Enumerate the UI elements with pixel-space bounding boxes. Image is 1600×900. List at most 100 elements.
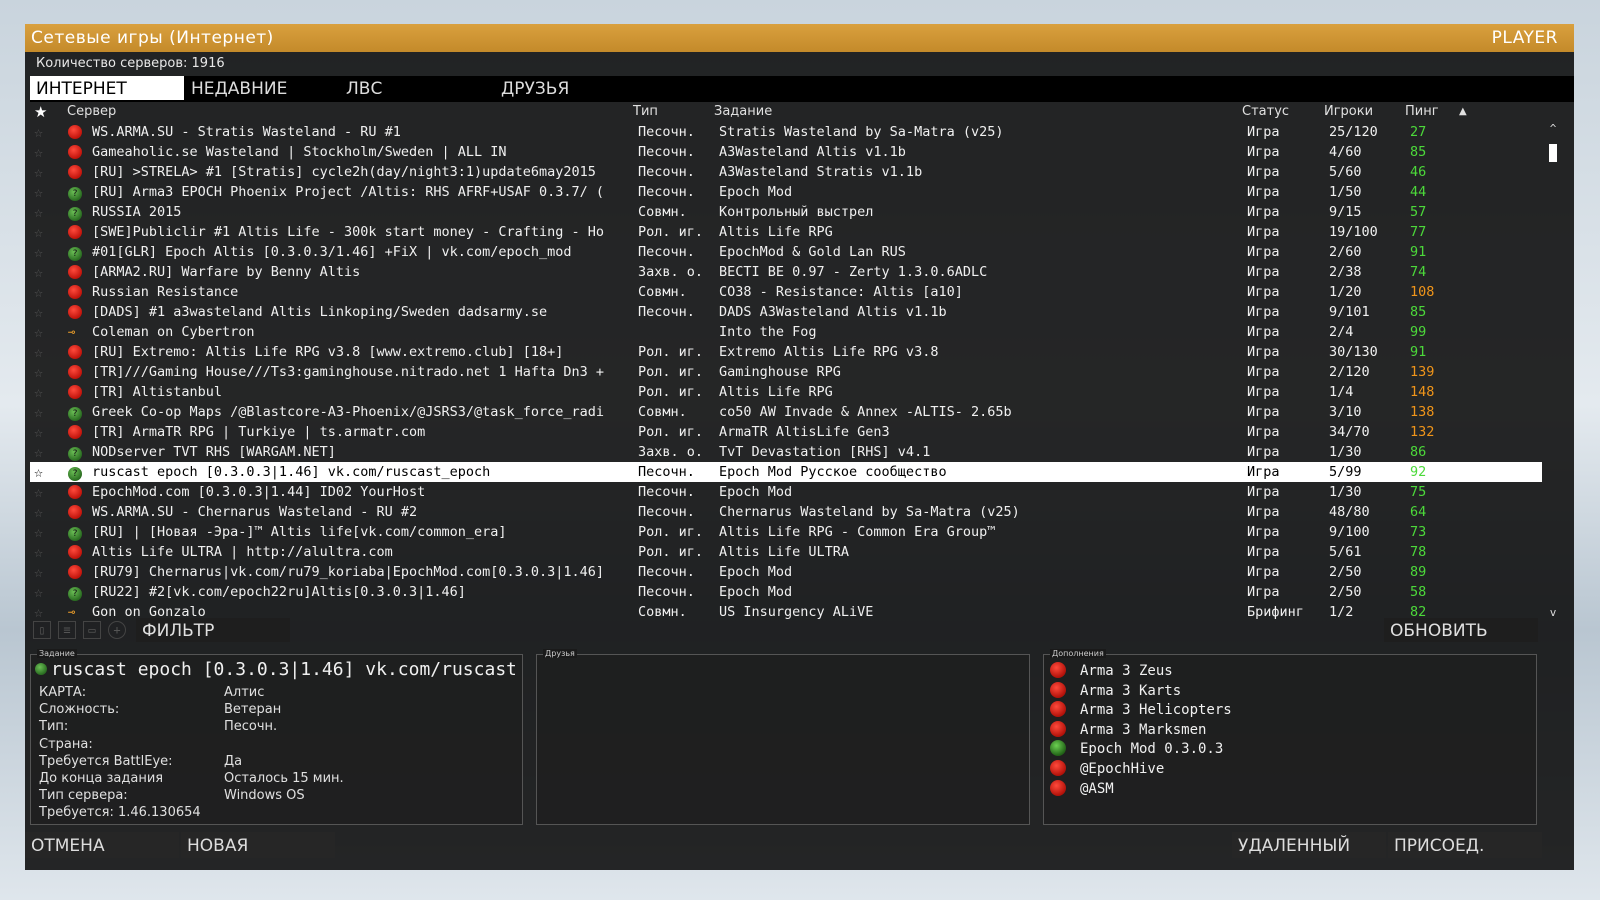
favorite-star-icon[interactable]: ☆ (34, 322, 52, 342)
locked-icon (68, 545, 82, 559)
server-row[interactable]: ☆ [DADS] #1 a3wasteland Altis Linkoping/S… (30, 302, 1542, 322)
server-name: EpochMod.com [0.3.0.3|1.44] ID02 YourHos… (92, 484, 426, 500)
favorite-star-icon[interactable]: ☆ (34, 342, 52, 362)
server-row[interactable]: ☆ ⊸ Coleman on Cybertron Into the Fog Игра 2/… (30, 322, 1542, 342)
server-row[interactable]: ☆ ⊸ Gon on Gonzalo Совмн. US Insurgency ALiV… (30, 602, 1542, 619)
key-icon: ⊸ (68, 325, 76, 339)
server-name: Greek Co-op Maps /@Blastcore-A3-Phoenix/… (92, 404, 605, 420)
server-row[interactable]: ☆? Greek Co-op Maps /@Blastcore-A3-Phoeni… (30, 402, 1542, 422)
favorite-star-icon[interactable]: ☆ (34, 362, 52, 382)
mission-title: ruscast epoch [0.3.0.3|1.46] vk.com/rusc… (35, 659, 515, 680)
server-row[interactable]: ☆ Altis Life ULTRA | http://alultra.com Ро… (30, 542, 1542, 562)
server-players: 2/4 (1329, 324, 1354, 340)
favorite-star-icon[interactable]: ☆ (34, 142, 52, 162)
tab-lan[interactable]: ЛВС (340, 76, 494, 100)
server-mission: Epoch Mod (719, 584, 793, 600)
favorite-star-icon[interactable]: ☆ (34, 402, 52, 422)
favorite-star-icon[interactable]: ☆ (34, 562, 52, 582)
server-row[interactable]: ☆? [RU] Arma3 EPOCH Phoenix Project /Alti… (30, 182, 1542, 202)
server-ping: 82 (1410, 604, 1427, 619)
remote-button[interactable]: УДАЛЕННЫЙ (1232, 832, 1386, 858)
column-ping[interactable]: Пинг (1405, 102, 1439, 122)
column-mission[interactable]: Задание (714, 102, 772, 122)
favorite-star-icon[interactable]: ☆ (34, 582, 52, 602)
server-status: Игра (1247, 364, 1280, 380)
server-row[interactable]: ☆ EpochMod.com [0.3.0.3|1.44] ID02 YourHo… (30, 482, 1542, 502)
server-row[interactable]: ☆ [RU] >STRELA> #1 [Stratis] cycle2h(day/… (30, 162, 1542, 182)
cancel-button[interactable]: ОТМЕНА (25, 832, 179, 858)
scrollbar-thumb[interactable] (1549, 144, 1557, 162)
server-row[interactable]: ☆ [TR] ArmaTR RPG | Turkiye | ts.armatr.c… (30, 422, 1542, 442)
server-row[interactable]: ☆ [ARMA2.RU] Warfare by Benny Altis Захв. … (30, 262, 1542, 282)
tab-friends[interactable]: ДРУЗЬЯ (495, 76, 649, 100)
server-row[interactable]: ☆? NODserver TVT RHS [WARGAM.NET] Захв. о… (30, 442, 1542, 462)
server-row[interactable]: ☆ [TR] Altistanbul Рол. иг. Altis Life RPG И… (30, 382, 1542, 402)
server-row[interactable]: ☆ [RU79] Chernarus|vk.com/ru79_koriaba|Ep… (30, 562, 1542, 582)
column-players[interactable]: Игроки (1324, 102, 1373, 122)
join-button[interactable]: ПРИСОЕД. (1388, 832, 1542, 858)
server-row[interactable]: ☆? RUSSIA 2015 Совмн. Контрольный выстрел Иг… (30, 202, 1542, 222)
list-icon[interactable]: ≡ (58, 621, 76, 639)
new-button[interactable]: НОВАЯ (181, 832, 335, 858)
server-ping: 139 (1410, 364, 1435, 380)
server-row[interactable]: ☆ WS.ARMA.SU - Chernarus Wasteland - RU #… (30, 502, 1542, 522)
battleye-label: Требуется BattlEye: (39, 754, 173, 769)
favorite-star-icon[interactable]: ☆ (34, 382, 52, 402)
refresh-button[interactable]: ОБНОВИТЬ (1384, 618, 1538, 642)
time-left-value: Осталось 15 мин. (224, 771, 344, 786)
server-row[interactable]: ☆ [RU] Extremo: Altis Life RPG v3.8 [www.… (30, 342, 1542, 362)
favorite-star-icon[interactable]: ☆ (34, 442, 52, 462)
favorite-star-icon[interactable]: ☆ (34, 302, 52, 322)
server-row[interactable]: ☆? [RU] | [Новая -Эра-]™ Altis life[vk.co… (30, 522, 1542, 542)
server-type-value: Windows OS (224, 788, 305, 803)
scroll-up-icon[interactable]: ^ (1546, 122, 1560, 135)
favorite-star-icon[interactable]: ☆ (34, 202, 52, 222)
favorite-star-icon[interactable]: ☆ (34, 282, 52, 302)
star-icon[interactable]: ★ (34, 102, 47, 122)
server-row[interactable]: ☆ WS.ARMA.SU - Stratis Wasteland - RU #1 П… (30, 122, 1542, 142)
column-status[interactable]: Статус (1242, 102, 1289, 122)
favorite-star-icon[interactable]: ☆ (34, 542, 52, 562)
filter-button[interactable]: ФИЛЬТР (136, 618, 290, 642)
server-mission: Epoch Mod (719, 564, 793, 580)
server-row[interactable]: ☆ [TR]///Gaming House///Ts3:gaminghouse.n… (30, 362, 1542, 382)
server-row[interactable]: ☆ Gameaholic.se Wasteland | Stockholm/Swe… (30, 142, 1542, 162)
server-row[interactable]: ☆ [SWE]Publiclir #1 Altis Life - 300k sta… (30, 222, 1542, 242)
server-row[interactable]: ☆? #01[GLR] Epoch Altis [0.3.0.3/1.46] +… (30, 242, 1542, 262)
favorite-star-icon[interactable]: ☆ (34, 602, 52, 619)
server-type: Совмн. (638, 204, 687, 220)
server-row[interactable]: ☆ Russian Resistance Совмн. CO38 - Resistan… (30, 282, 1542, 302)
tab-internet[interactable]: ИНТЕРНЕТ (30, 76, 184, 100)
addon-item: Arma 3 Marksmen (1050, 720, 1206, 740)
tab-recent[interactable]: НЕДАВНИЕ (185, 76, 339, 100)
add-icon[interactable]: + (108, 621, 126, 639)
server-status: Игра (1247, 444, 1280, 460)
server-type: Песочн. (638, 304, 695, 320)
favorite-star-icon[interactable]: ☆ (34, 262, 52, 282)
server-type: Песочн. (638, 164, 695, 180)
server-list-scrollbar[interactable]: ^ v (1546, 122, 1560, 619)
server-type: Рол. иг. (638, 384, 704, 400)
server-row[interactable]: ☆? [RU22] #2[vk.com/epoch22ru]Altis[0.3.0… (30, 582, 1542, 602)
favorite-star-icon[interactable]: ☆ (34, 522, 52, 542)
server-row[interactable]: ☆? ruscast epoch [0.3.0.3|1.46] vk.com/ru… (30, 462, 1542, 482)
column-type[interactable]: Тип (633, 102, 658, 122)
favorite-star-icon[interactable]: ☆ (34, 422, 52, 442)
server-name: [RU] >STRELA> #1 [Stratis] cycle2h(day/n… (92, 164, 596, 180)
favorite-star-icon[interactable]: ☆ (34, 182, 52, 202)
favorite-star-icon[interactable]: ☆ (34, 242, 52, 262)
file-icon[interactable]: ▯ (33, 621, 51, 639)
server-type: Песочн. (638, 504, 695, 520)
triangle-up-icon[interactable]: ▲ (1459, 102, 1467, 122)
favorite-star-icon[interactable]: ☆ (34, 462, 52, 482)
server-name: ruscast epoch [0.3.0.3|1.46] vk.com/rusc… (92, 464, 491, 480)
column-server[interactable]: Сервер (67, 102, 116, 122)
favorite-star-icon[interactable]: ☆ (34, 502, 52, 522)
favorite-star-icon[interactable]: ☆ (34, 122, 52, 142)
favorite-star-icon[interactable]: ☆ (34, 162, 52, 182)
favorite-star-icon[interactable]: ☆ (34, 222, 52, 242)
locked-icon (68, 385, 82, 399)
locked-icon (68, 225, 82, 239)
copy-icon[interactable]: ▭ (83, 621, 101, 639)
favorite-star-icon[interactable]: ☆ (34, 482, 52, 502)
